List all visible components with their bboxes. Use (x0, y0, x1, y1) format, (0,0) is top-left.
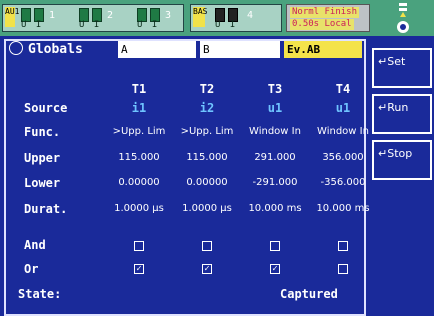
element-4-ui-label: U I (215, 20, 238, 30)
and-checkbox-t2[interactable] (202, 241, 212, 251)
group-2-tag: BAS (193, 7, 207, 27)
stop-button[interactable]: ↵Stop (372, 140, 432, 180)
row-label-lower: Lower (24, 176, 61, 190)
and-checkbox-t4[interactable] (338, 241, 348, 251)
source-t4[interactable]: u1 (308, 101, 378, 115)
source-t1[interactable]: i1 (104, 101, 174, 115)
tab-bar: Globals A B Ev.AB (6, 41, 364, 59)
status-line-mode: Norml Finish (290, 7, 360, 18)
durat-t1[interactable]: 1.0000 µs (104, 203, 174, 214)
lower-t2[interactable]: 0.00000 (172, 177, 242, 188)
upper-t3[interactable]: 291.000 (240, 152, 310, 163)
element-1-number: 1 (49, 10, 56, 21)
group-1-tag: AU1 (5, 7, 19, 27)
state-label: State: (18, 287, 62, 301)
element-3-number: 3 (165, 10, 172, 21)
tab-b[interactable]: B (200, 41, 280, 58)
lower-t3[interactable]: -291.000 (240, 177, 310, 188)
element-4-number: 4 (247, 10, 254, 21)
column-header-t2: T2 (199, 82, 215, 96)
upper-t1[interactable]: 115.000 (104, 152, 174, 163)
or-checkbox-t4[interactable] (338, 264, 348, 274)
set-button-label: Set (387, 55, 406, 68)
element-2-number: 2 (107, 10, 114, 21)
return-arrow-icon: ↵ (378, 147, 388, 160)
row-label-durat: Durat. (24, 202, 68, 216)
column-header-t1: T1 (131, 82, 147, 96)
tab-ev-ab[interactable]: Ev.AB (284, 41, 362, 58)
func-t2[interactable]: >Upp. Lim (172, 126, 242, 137)
row-label-upper: Upper (24, 151, 61, 165)
trigger-grid: T1 T2 T3 T4 Source i1 i2 u1 u1 Func. >Up… (6, 62, 370, 314)
return-arrow-icon: ↵ (378, 101, 388, 114)
durat-t4[interactable]: 10.000 ms (308, 203, 378, 214)
upper-t2[interactable]: 115.000 (172, 152, 242, 163)
element-group-1: AU1 1 2 3 U I U I U I (2, 4, 184, 32)
run-button-label: Run (387, 101, 409, 114)
status-line-rate: 0.50s Local (290, 19, 354, 30)
globe-icon (9, 41, 23, 55)
element-group-2: BAS 4 U I (190, 4, 282, 32)
and-checkbox-t1[interactable] (134, 241, 144, 251)
stop-button-label: Stop (387, 147, 413, 160)
tab-globals-label: Globals (28, 42, 83, 57)
row-label-func: Func. (24, 125, 61, 139)
or-checkbox-t3[interactable]: ✓ (270, 264, 280, 274)
tab-globals[interactable]: Globals (6, 41, 116, 59)
or-checkbox-t2[interactable]: ✓ (202, 264, 212, 274)
row-label-or: Or (24, 262, 39, 276)
row-label-source: Source (24, 101, 68, 115)
column-header-t3: T3 (267, 82, 283, 96)
source-t3[interactable]: u1 (240, 101, 310, 115)
power-icon (397, 3, 409, 33)
tab-a[interactable]: A (118, 41, 196, 58)
source-t2[interactable]: i2 (172, 101, 242, 115)
lower-t1[interactable]: 0.00000 (104, 177, 174, 188)
column-header-t4: T4 (335, 82, 351, 96)
row-label-and: And (24, 238, 46, 252)
status-box: Norml Finish 0.50s Local (286, 4, 370, 32)
run-button[interactable]: ↵Run (372, 94, 432, 134)
set-button[interactable]: ↵Set (372, 48, 432, 88)
func-t1[interactable]: >Upp. Lim (104, 126, 174, 137)
upper-t4[interactable]: 356.000 (308, 152, 378, 163)
element-2-ui-label: U I (79, 20, 102, 30)
or-checkbox-t1[interactable]: ✓ (134, 264, 144, 274)
state-value: Captured (280, 287, 338, 301)
and-checkbox-t3[interactable] (270, 241, 280, 251)
top-status-bar: AU1 1 2 3 U I U I U I BAS 4 U I Norml Fi… (0, 0, 434, 36)
element-3-ui-label: U I (137, 20, 160, 30)
top-right-icons (376, 0, 434, 36)
func-t3[interactable]: Window In (240, 126, 310, 137)
screen: AU1 1 2 3 U I U I U I BAS 4 U I Norml Fi… (0, 0, 434, 316)
return-arrow-icon: ↵ (378, 55, 388, 68)
durat-t3[interactable]: 10.000 ms (240, 203, 310, 214)
durat-t2[interactable]: 1.0000 µs (172, 203, 242, 214)
lower-t4[interactable]: -356.000 (308, 177, 378, 188)
func-t4[interactable]: Window In (308, 126, 378, 137)
element-1-ui-label: U I (21, 20, 44, 30)
